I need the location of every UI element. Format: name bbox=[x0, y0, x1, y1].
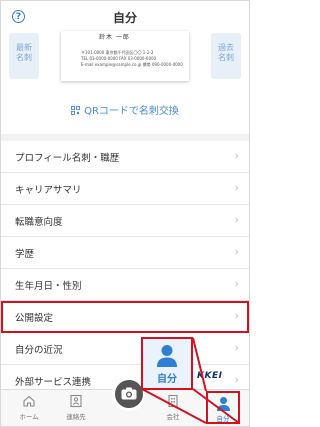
menu-item-birthdate-gender[interactable]: 生年月日・性別 › bbox=[1, 269, 249, 301]
tab-me[interactable]: 自分 bbox=[206, 391, 240, 424]
tab-company-label: 会社 bbox=[166, 413, 180, 421]
header: ? 自分 bbox=[1, 1, 249, 31]
menu-item-label: キャリアサマリ bbox=[15, 185, 82, 196]
chevron-right-icon: › bbox=[234, 149, 239, 162]
zoomed-me-tab: 自分 bbox=[141, 337, 193, 390]
chevron-right-icon: › bbox=[234, 277, 239, 290]
person-icon bbox=[216, 397, 230, 411]
tab-home[interactable]: ホーム bbox=[9, 394, 49, 421]
business-card-carousel[interactable]: 最新名刺 鈴木 一郎 〒101-0000 東京都千代田区〇〇 1-2-3 TEL… bbox=[1, 31, 249, 134]
menu-item-label: 学歴 bbox=[15, 249, 35, 260]
home-icon bbox=[23, 395, 35, 407]
menu-item-privacy-settings[interactable]: 公開設定 › bbox=[1, 301, 249, 333]
tab-home-label: ホーム bbox=[19, 413, 39, 421]
menu-item-label: 外部サービス連携 bbox=[15, 377, 92, 388]
menu-item-label: 自分の近況 bbox=[15, 345, 63, 356]
section-divider bbox=[1, 134, 249, 141]
tab-me-label: 自分 bbox=[216, 415, 230, 423]
contacts-icon bbox=[70, 394, 82, 408]
settings-menu: プロフィール名刺・職歴 › キャリアサマリ › 転職意向度 › 学歴 › 生年月… bbox=[1, 141, 249, 397]
previous-card[interactable]: 最新名刺 bbox=[9, 33, 39, 79]
card-name: 鈴木 一郎 bbox=[99, 34, 130, 41]
tab-contacts[interactable]: 連絡先 bbox=[56, 394, 96, 421]
next-card[interactable]: 過去名刺 bbox=[211, 33, 241, 79]
menu-item-label: プロフィール名刺・職歴 bbox=[15, 153, 120, 164]
chevron-right-icon: › bbox=[234, 373, 239, 386]
chevron-right-icon: › bbox=[234, 181, 239, 194]
tab-contacts-label: 連絡先 bbox=[66, 413, 86, 421]
next-card-label: 過去名刺 bbox=[218, 43, 234, 62]
zoomed-me-label: 自分 bbox=[157, 374, 177, 385]
chevron-right-icon: › bbox=[234, 245, 239, 258]
qr-exchange-label: QRコードで名刺交換 bbox=[84, 106, 179, 117]
camera-icon bbox=[121, 387, 137, 400]
person-icon-large bbox=[157, 345, 177, 367]
qr-code-icon bbox=[71, 106, 81, 115]
business-card[interactable]: 鈴木 一郎 〒101-0000 東京都千代田区〇〇 1-2-3 TEL 03-0… bbox=[61, 31, 189, 81]
partner-brand-logo: KKEI bbox=[197, 371, 223, 381]
menu-item-label: 生年月日・性別 bbox=[15, 281, 82, 292]
app-screen: ? 自分 最新名刺 鈴木 一郎 〒101-0000 東京都千代田区〇〇 1-2-… bbox=[0, 0, 250, 427]
menu-item-job-change-intent[interactable]: 転職意向度 › bbox=[1, 205, 249, 237]
chevron-right-icon: › bbox=[234, 309, 239, 322]
tab-company[interactable]: 会社 bbox=[153, 394, 193, 421]
card-email: E-mail example@sample.co.jp 携帯 090-0000-… bbox=[81, 62, 183, 67]
menu-item-recent-status[interactable]: 自分の近況 › bbox=[1, 333, 249, 365]
menu-item-career-summary[interactable]: キャリアサマリ › bbox=[1, 173, 249, 205]
card-phone: TEL 03-0000-0000 FAX 03-0000-0000 bbox=[81, 56, 157, 61]
chevron-right-icon: › bbox=[234, 213, 239, 226]
previous-card-label: 最新名刺 bbox=[16, 43, 32, 62]
chevron-right-icon: › bbox=[234, 341, 239, 354]
menu-item-education[interactable]: 学歴 › bbox=[1, 237, 249, 269]
menu-item-label: 公開設定 bbox=[15, 313, 54, 324]
menu-item-label: 転職意向度 bbox=[15, 217, 63, 228]
menu-item-profile-career[interactable]: プロフィール名刺・職歴 › bbox=[1, 141, 249, 173]
qr-exchange-link[interactable]: QRコードで名刺交換 bbox=[1, 102, 249, 117]
page-title: 自分 bbox=[112, 11, 137, 25]
building-icon bbox=[168, 394, 178, 408]
